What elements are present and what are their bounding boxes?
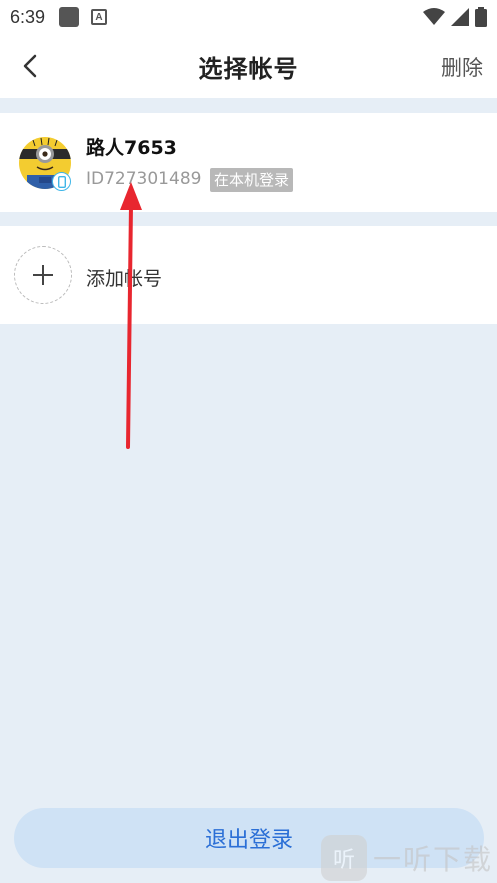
app-notification-icon <box>59 7 80 27</box>
app-header: 选择帐号 删除 <box>0 34 497 98</box>
page-title: 选择帐号 <box>198 54 299 83</box>
status-time: 6:39 <box>10 6 46 27</box>
signal-icon <box>451 8 469 26</box>
plus-icon <box>33 265 53 285</box>
wifi-icon <box>423 8 445 25</box>
notification-a-icon: A <box>91 9 108 25</box>
account-id: ID727301489 <box>86 169 202 189</box>
back-chevron-icon <box>23 54 37 78</box>
device-badge <box>52 172 71 191</box>
watermark: 听 一听下载 <box>320 835 493 881</box>
watermark-text: 一听下载 <box>372 843 493 876</box>
battery-icon <box>475 7 487 27</box>
phone-device-icon <box>57 175 66 188</box>
add-account-label: 添加帐号 <box>86 268 163 290</box>
add-account-item[interactable]: 添加帐号 <box>0 226 497 324</box>
status-icons <box>423 7 487 27</box>
account-name: 路人7653 <box>86 137 177 159</box>
account-item[interactable]: 路人7653 ID727301489 在本机登录 <box>0 113 497 212</box>
delete-button[interactable]: 删除 <box>441 52 483 82</box>
add-account-circle <box>14 246 72 304</box>
login-status-badge: 在本机登录 <box>210 168 294 192</box>
status-bar: 6:39 A <box>0 0 497 34</box>
watermark-logo-icon: 听 <box>320 835 367 881</box>
back-button[interactable] <box>12 48 48 84</box>
